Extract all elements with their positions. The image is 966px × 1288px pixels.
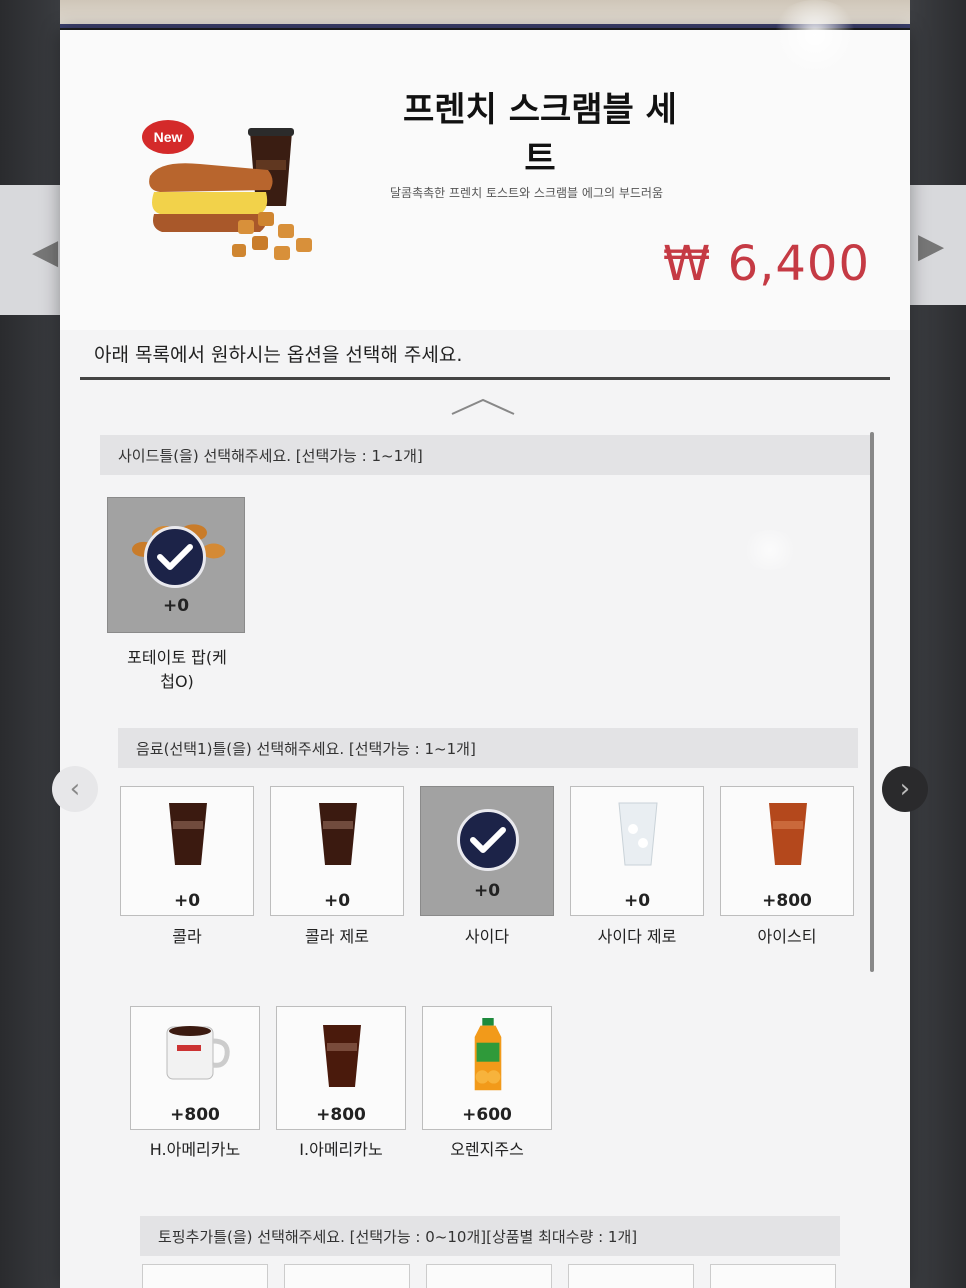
drink-option-iced-americano[interactable]: +800	[276, 1006, 406, 1130]
background-prev-arrow-icon: ◀	[32, 232, 59, 272]
option-price-delta: +800	[170, 1105, 220, 1125]
background-next-arrow-icon: ▶	[918, 226, 945, 266]
side-option-label-text: 포테이토 팝(케 첩O)	[127, 648, 227, 691]
topping-option-tile[interactable]	[426, 1264, 552, 1288]
drink-option-label: 사이다	[464, 927, 510, 946]
product-title: 프렌치 스크램블 세트	[403, 90, 677, 179]
side-option-potato-pop[interactable]: +0	[107, 497, 245, 633]
drink-option-label: H.아메리카노	[149, 1140, 241, 1159]
option-price-delta: +0	[323, 891, 351, 911]
drink-option-iced-tea[interactable]: +800	[720, 786, 854, 916]
option-price-delta: +0	[623, 891, 651, 911]
drink-option-label: 사이다 제로	[597, 927, 677, 946]
cola-zero-cup-icon	[319, 803, 357, 865]
iced-tea-cup-icon	[769, 803, 807, 865]
hot-americano-mug-icon	[166, 1026, 230, 1080]
option-price-delta: +0	[473, 881, 501, 901]
option-price-delta: +0	[162, 596, 190, 616]
drink-option-label: 콜라	[172, 927, 202, 946]
option-price-delta: +600	[462, 1105, 512, 1125]
iced-americano-cup-icon	[323, 1025, 361, 1087]
topping-option-tile[interactable]	[710, 1264, 836, 1288]
drink-option-label: 아이스티	[757, 927, 817, 946]
drink-option-cider[interactable]: +0	[420, 786, 554, 916]
next-page-arrow-icon[interactable]: ›	[882, 766, 928, 812]
topping-option-tile[interactable]	[284, 1264, 410, 1288]
cola-cup-icon	[169, 803, 207, 865]
drink-option-cola[interactable]: +0	[120, 786, 254, 916]
drink-option-label: 콜라 제로	[305, 927, 369, 946]
kiosk-top-strip	[0, 0, 966, 28]
drink-option-hot-americano[interactable]: +800	[130, 1006, 260, 1130]
topping-option-tile[interactable]	[568, 1264, 694, 1288]
selected-check-icon	[144, 526, 206, 588]
options-scrollbar[interactable]	[870, 432, 874, 972]
drink-option-cola-zero[interactable]: +0	[270, 786, 404, 916]
orange-juice-bottle-icon	[474, 1018, 502, 1091]
prev-page-arrow-icon[interactable]: ‹	[52, 766, 98, 812]
option-selection-modal: New 프렌치 스크램블 세트 달콤촉촉한 프렌치 토스트와 스크램블 에그의 …	[60, 30, 910, 1288]
side-section-header: 사이드틀(을) 선택해주세요. [선택가능 : 1~1개]	[100, 435, 870, 475]
topping-option-tile[interactable]	[142, 1264, 268, 1288]
option-price-delta: +800	[316, 1105, 366, 1125]
scroll-up-chevron-icon[interactable]	[448, 396, 518, 418]
instruction-bar: 아래 목록에서 원하시는 옵션을 선택해 주세요.	[80, 330, 890, 380]
product-price: ₩ 6,400	[662, 236, 870, 292]
option-price-delta: +800	[762, 891, 812, 911]
option-price-delta: +0	[173, 891, 201, 911]
drink-option-label: 오렌지주스	[450, 1140, 524, 1159]
drink-option-cider-zero[interactable]: +0	[570, 786, 704, 916]
selected-check-icon	[457, 809, 519, 871]
product-hero: New 프렌치 스크램블 세트 달콤촉촉한 프렌치 토스트와 스크램블 에그의 …	[60, 30, 910, 330]
topping-section-header: 토핑추가틀(을) 선택해주세요. [선택가능 : 0~10개][상품별 최대수량…	[140, 1216, 840, 1256]
drink-section-header: 음료(선택1)틀(을) 선택해주세요. [선택가능 : 1~1개]	[118, 728, 858, 768]
cider-zero-cup-icon	[618, 802, 658, 866]
drink-option-label: I.아메리카노	[299, 1140, 383, 1159]
side-option-label: 포테이토 팝(케 첩O)	[102, 646, 252, 694]
drink-option-orange-juice[interactable]: +600	[422, 1006, 552, 1130]
product-description: 달콤촉촉한 프렌치 토스트와 스크램블 에그의 부드러움	[390, 186, 663, 200]
new-badge: New	[142, 120, 194, 154]
